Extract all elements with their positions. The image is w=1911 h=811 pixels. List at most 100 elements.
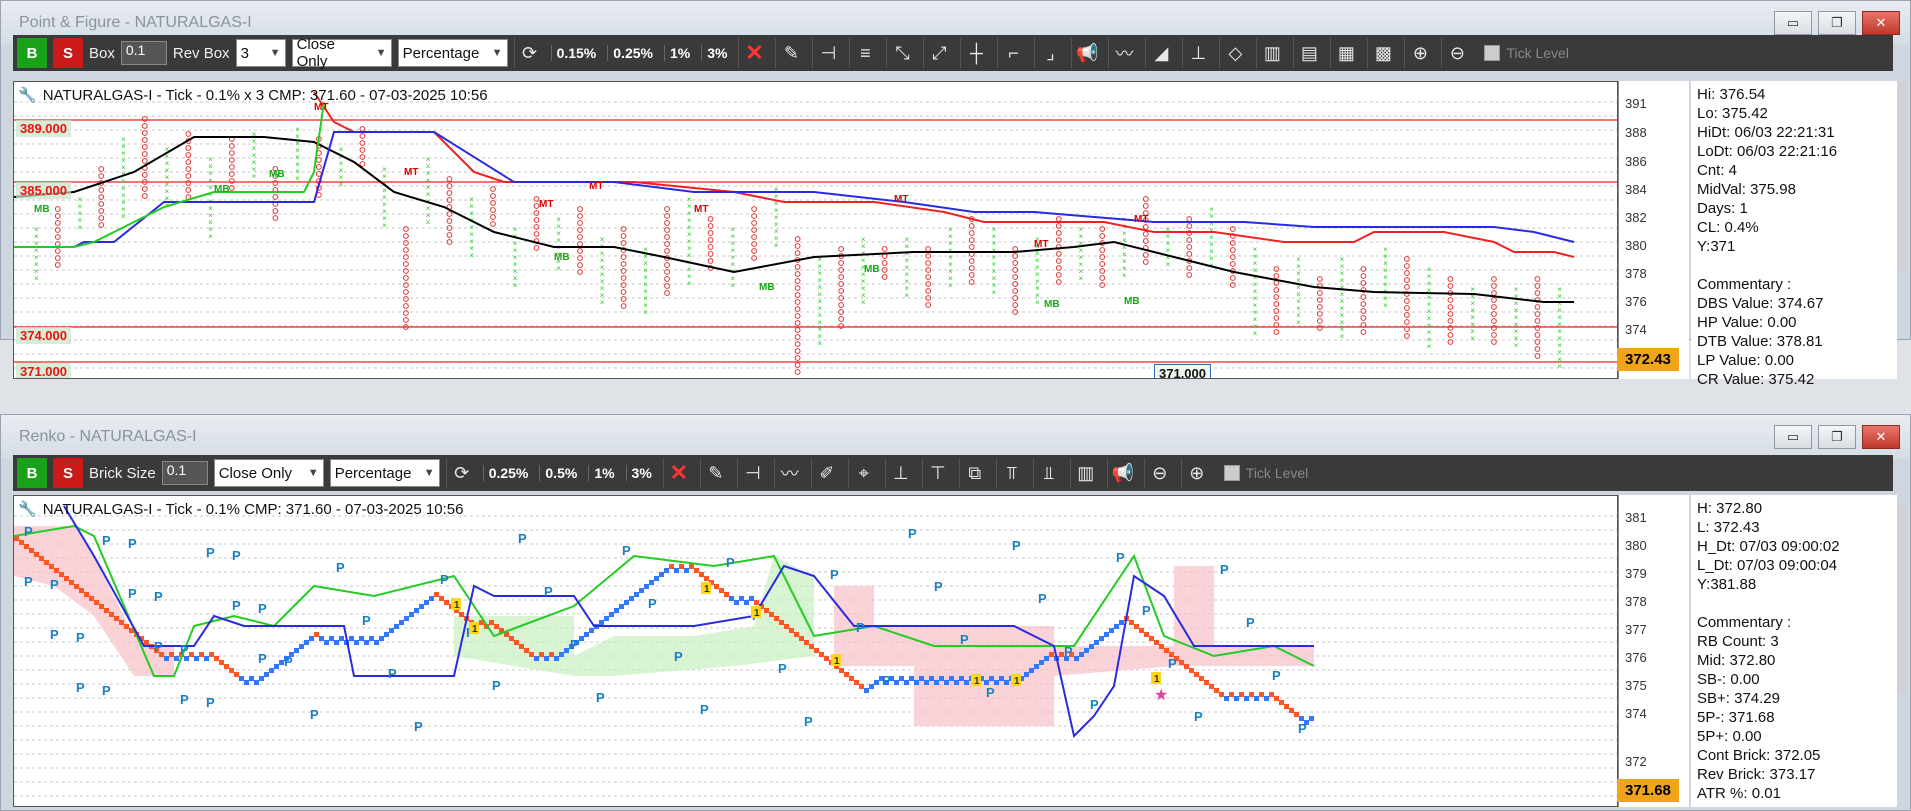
pf-minimize-button[interactable]: ▭ xyxy=(1774,11,1812,35)
zoom-out-icon[interactable]: ⊖ xyxy=(1441,38,1472,68)
crosshair-icon[interactable]: ⌖ xyxy=(847,458,879,488)
pf-chart-svg[interactable]: ××××××××××××××××××××××××××××××××××××××××… xyxy=(14,82,1618,379)
average-line-icon[interactable]: 〰 xyxy=(1108,38,1139,68)
blocks-icon[interactable]: ⧉ xyxy=(958,458,990,488)
bar-high-icon[interactable]: ⊤ xyxy=(921,458,953,488)
pf-price-mode-select[interactable]: Close Only ▼ xyxy=(291,36,392,70)
renko-pct-1-button[interactable]: 1% xyxy=(588,465,619,481)
pf-x-mark: × xyxy=(1166,260,1171,269)
vertical-line-icon[interactable]: ┼ xyxy=(960,38,991,68)
bars-down-icon[interactable]: ⫫ xyxy=(1032,458,1064,488)
renko-window: Renko - NATURALGAS-I ▭ ❐ ✕ B S Brick Siz… xyxy=(0,414,1911,811)
bracket-icon[interactable]: ⌐ xyxy=(997,38,1028,68)
pf-calc-mode-select[interactable]: Percentage ▼ xyxy=(397,39,508,67)
renko-price-mode-select[interactable]: Close Only ▼ xyxy=(213,459,324,487)
zoom-in-icon[interactable]: ⊕ xyxy=(1180,458,1212,488)
renko-chart-title: NATURALGAS-I - Tick - 0.1% CMP: 371.60 -… xyxy=(42,500,464,518)
megaphone-icon[interactable]: 📢 xyxy=(1106,458,1138,488)
delete-icon[interactable]: ✕ xyxy=(662,458,694,488)
renko-close-button[interactable]: ✕ xyxy=(1862,425,1900,449)
renko-up-brick xyxy=(899,676,904,681)
bars-icon[interactable]: ▥ xyxy=(1069,458,1101,488)
angle-45-up-icon[interactable]: ⤢ xyxy=(923,38,954,68)
pf-o-mark xyxy=(620,240,627,246)
megaphone-icon[interactable]: 📢 xyxy=(1071,38,1102,68)
pf-o-mark xyxy=(98,166,105,172)
bar-low-icon[interactable]: ⊥ xyxy=(884,458,916,488)
triangle-icon[interactable]: ◢ xyxy=(1145,38,1176,68)
pf-close-button[interactable]: ✕ xyxy=(1862,11,1900,35)
pin-icon[interactable]: ⊣ xyxy=(812,38,843,68)
pf-pct-1-button[interactable]: 1% xyxy=(663,45,695,61)
renko-pct-025-button[interactable]: 0.25% xyxy=(482,465,534,481)
renko-up-brick xyxy=(684,568,689,573)
renko-info-line: Rev Brick: 373.17 xyxy=(1697,766,1816,783)
angle-45-down-icon[interactable]: ⤡ xyxy=(886,38,917,68)
renko-down-brick xyxy=(109,612,114,617)
renko-down-brick xyxy=(144,640,149,645)
wrench-icon[interactable]: 🔧 xyxy=(18,500,37,518)
renko-minimize-button[interactable]: ▭ xyxy=(1774,425,1812,449)
pf-sell-button[interactable]: S xyxy=(53,38,83,68)
pf-o-mark xyxy=(141,172,148,178)
renko-maximize-button[interactable]: ❐ xyxy=(1818,425,1856,449)
renko-pct-3-button[interactable]: 3% xyxy=(625,465,657,481)
refresh-icon[interactable]: ⟳ xyxy=(445,458,477,488)
pin-icon[interactable]: ⊣ xyxy=(736,458,768,488)
renko-up-brick xyxy=(244,680,249,685)
bars-icon[interactable]: ▥ xyxy=(1256,38,1287,68)
renko-chart-svg[interactable]: P P P P P P P P P P P P P P P P P P P P P P P P P P P P P P P P P P P P P P P P… xyxy=(14,496,1618,807)
refresh-icon[interactable]: ⟳ xyxy=(513,38,545,68)
edit-icon[interactable]: ✎ xyxy=(699,458,731,488)
pf-o-mark xyxy=(794,299,801,305)
renko-brick-size-input[interactable]: 0.1 xyxy=(161,461,208,485)
pf-pct-3-button[interactable]: 3% xyxy=(701,45,732,61)
pf-o-mark xyxy=(185,131,192,137)
renko-down-brick xyxy=(1259,692,1264,697)
zoom-in-icon[interactable]: ⊕ xyxy=(1404,38,1435,68)
diamond-icon[interactable]: ◇ xyxy=(1219,38,1250,68)
renko-scrollbar[interactable] xyxy=(1897,503,1907,693)
brush-icon[interactable]: ✐ xyxy=(810,458,842,488)
renko-info-line: 5P-: 371.68 xyxy=(1697,709,1775,726)
pf-o-mark xyxy=(1360,266,1367,272)
panel-icon[interactable]: ▤ xyxy=(1293,38,1324,68)
pf-chart-area[interactable]: × × × × × × × × × × × × × × × × × × × × × × × × × × × × × × × × × × × × × × × ×… xyxy=(13,81,1618,379)
renko-buy-button[interactable]: B xyxy=(17,458,47,488)
edit-icon[interactable]: ✎ xyxy=(775,38,806,68)
renko-p-marker: P xyxy=(622,543,631,558)
zoom-out-icon[interactable]: ⊖ xyxy=(1143,458,1175,488)
pf-rev-box-select[interactable]: 3 ▼ xyxy=(235,39,286,67)
corner-icon[interactable]: ⌟ xyxy=(1034,38,1065,68)
renko-sell-button[interactable]: S xyxy=(53,458,83,488)
pf-x-mark: × xyxy=(948,281,953,290)
bars-up-icon[interactable]: ⫪ xyxy=(995,458,1027,488)
pf-x-mark: × xyxy=(1427,342,1432,351)
perpendicular-icon[interactable]: ⊥ xyxy=(1182,38,1213,68)
renko-p-marker: P xyxy=(1220,562,1229,577)
pf-box-input[interactable]: 0.1 xyxy=(120,41,167,65)
delete-icon[interactable]: ✕ xyxy=(738,38,769,68)
renko-tick-level-checkbox[interactable]: Tick Level xyxy=(1223,465,1308,481)
level-lines-icon[interactable]: ≡ xyxy=(849,38,880,68)
renko-up-brick xyxy=(399,620,404,625)
pf-o-mark xyxy=(751,206,757,212)
document-icon[interactable]: ▦ xyxy=(1330,38,1361,68)
pf-x-mark: × xyxy=(904,291,909,300)
pf-tick-level-checkbox[interactable]: Tick Level xyxy=(1484,45,1569,61)
renko-chart-area[interactable]: P P P P P P P P P P P P P P P P P P P P P P P P P P P P P P P P P P P P P P P P… xyxy=(13,495,1618,807)
pf-o-mark xyxy=(272,208,279,214)
pf-maximize-button[interactable]: ❐ xyxy=(1818,11,1856,35)
renko-pct-05-button[interactable]: 0.5% xyxy=(539,465,582,481)
pf-pct-015-button[interactable]: 0.15% xyxy=(550,45,602,61)
pf-o-mark xyxy=(1186,251,1193,257)
average-line-icon[interactable]: 〰 xyxy=(773,458,805,488)
renko-p-marker: P xyxy=(492,678,501,693)
pf-x-mark: × xyxy=(1079,274,1084,283)
pf-pct-025-button[interactable]: 0.25% xyxy=(607,45,658,61)
wrench-icon[interactable]: 🔧 xyxy=(18,86,37,104)
pf-scrollbar[interactable] xyxy=(1897,81,1907,271)
grid-icon[interactable]: ▩ xyxy=(1367,38,1398,68)
pf-buy-button[interactable]: B xyxy=(17,38,47,68)
renko-calc-mode-select[interactable]: Percentage ▼ xyxy=(329,459,440,487)
